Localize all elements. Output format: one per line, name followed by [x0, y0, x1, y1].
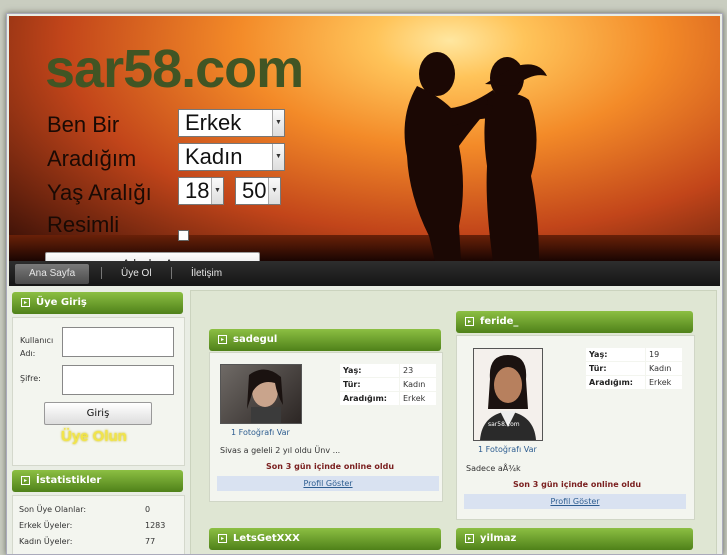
profile-header[interactable]: ▸ feride_	[456, 311, 693, 333]
profile-header[interactable]: ▸ sadegul	[209, 329, 441, 351]
nav-item-iletisim[interactable]: İletişim	[191, 265, 222, 283]
resimli-label: Resimli	[47, 212, 120, 237]
login-header: ▸ Üye Giriş	[12, 292, 183, 314]
info-value: 23	[400, 364, 436, 377]
ben-bir-select[interactable]: Erkek ▼	[178, 109, 285, 137]
arrow-right-icon: ▸	[21, 297, 30, 307]
photo-count: 1 Fotoğrafı Var	[478, 445, 537, 454]
profile-name: LetsGetXXX	[233, 533, 300, 544]
arrow-right-icon: ▸	[218, 334, 227, 344]
info-key: Tür:	[586, 362, 645, 375]
info-key: Aradığım:	[340, 392, 399, 405]
profile-show-link[interactable]: Profil Göster	[464, 494, 686, 509]
profile-bio: Sivas a geleli 2 yıl oldu Ünv ...	[220, 446, 341, 455]
arrow-right-icon: ▸	[465, 316, 474, 326]
page-frame: sar58.com Ben Bir Erkek ▼ Aradığım Kadın…	[6, 13, 723, 555]
info-value: Erkek	[646, 376, 682, 389]
resimli-checkbox[interactable]	[178, 230, 189, 241]
yas-min-select[interactable]: 18 ▼	[178, 177, 224, 205]
username-input[interactable]	[62, 327, 174, 357]
profile-photo[interactable]: sar58.com	[473, 348, 543, 441]
main-nav: Ana Sayfa Üye Ol İletişim	[9, 261, 720, 286]
nav-separator	[171, 267, 172, 279]
arrow-right-icon: ▸	[21, 475, 30, 485]
profile-header[interactable]: ▸ LetsGetXXX	[209, 528, 441, 550]
profile-show-link[interactable]: Profil Göster	[217, 476, 439, 491]
password-input[interactable]	[62, 365, 174, 395]
login-title: Üye Giriş	[36, 297, 87, 308]
stat-label: Son Üye Olanlar:	[19, 505, 87, 514]
aradigim-label: Aradığım	[47, 146, 137, 171]
yas-min-value: 18	[185, 178, 210, 203]
info-key: Tür:	[340, 378, 399, 391]
profile-info-table: Yaş: 19 Tür: Kadın Aradığım: Erkek	[585, 347, 683, 390]
chevron-down-icon: ▼	[211, 178, 223, 204]
profile-photo[interactable]	[220, 364, 302, 424]
aradigim-value: Kadın	[185, 144, 243, 169]
stat-value: 0	[145, 505, 151, 514]
arrow-right-icon: ▸	[465, 533, 474, 543]
info-value: Kadın	[400, 378, 436, 391]
online-status: Son 3 gün içinde online oldu	[266, 462, 395, 471]
yas-max-value: 50	[242, 178, 267, 203]
info-key: Aradığım:	[586, 376, 645, 389]
profile-bio: Sadece aÅ¾k	[466, 464, 521, 473]
stat-value: 1283	[145, 521, 166, 530]
nav-item-ana-sayfa[interactable]: Ana Sayfa	[15, 264, 90, 284]
profile-name: yilmaz	[480, 533, 517, 544]
login-button[interactable]: Giriş	[44, 402, 152, 425]
photo-watermark: sar58.com	[488, 421, 520, 428]
info-key: Yaş:	[586, 348, 645, 361]
stats-header: ▸ İstatistikler	[12, 470, 183, 492]
chevron-down-icon: ▼	[272, 110, 284, 136]
aradigim-select[interactable]: Kadın ▼	[178, 143, 285, 171]
password-label: Şifre:	[20, 374, 41, 383]
info-value: Kadın	[646, 362, 682, 375]
profile-photo-image	[247, 369, 283, 423]
nav-item-uye-ol[interactable]: Üye Ol	[121, 265, 152, 283]
info-value: Erkek	[400, 392, 436, 405]
profile-header[interactable]: ▸ yilmaz	[456, 528, 693, 550]
chevron-down-icon: ▼	[268, 178, 280, 204]
site-logo[interactable]: sar58.com	[45, 38, 304, 100]
profile-info-table: Yaş: 23 Tür: Kadın Aradığım: Erkek	[339, 363, 437, 406]
online-status: Son 3 gün içinde online oldu	[513, 480, 642, 489]
signup-link[interactable]: Üye Olun	[61, 428, 127, 445]
username-label: Kullanıcı Adı:	[20, 336, 54, 358]
info-value: 19	[646, 348, 682, 361]
arrow-right-icon: ▸	[218, 533, 227, 543]
stat-label: Erkek Üyeler:	[19, 521, 73, 530]
profile-name: sadegul	[233, 334, 278, 345]
photo-count: 1 Fotoğrafı Var	[231, 428, 290, 437]
chevron-down-icon: ▼	[272, 144, 284, 170]
header-banner: sar58.com Ben Bir Erkek ▼ Aradığım Kadın…	[9, 16, 720, 261]
nav-separator	[101, 267, 102, 279]
yas-max-select[interactable]: 50 ▼	[235, 177, 281, 205]
ben-bir-value: Erkek	[185, 110, 242, 135]
couple-silhouette	[404, 52, 547, 261]
info-key: Yaş:	[340, 364, 399, 377]
ben-bir-label: Ben Bir	[47, 112, 120, 137]
stats-title: İstatistikler	[36, 475, 102, 486]
yas-araligi-label: Yaş Aralığı	[47, 180, 152, 205]
profile-name: feride_	[480, 316, 519, 327]
